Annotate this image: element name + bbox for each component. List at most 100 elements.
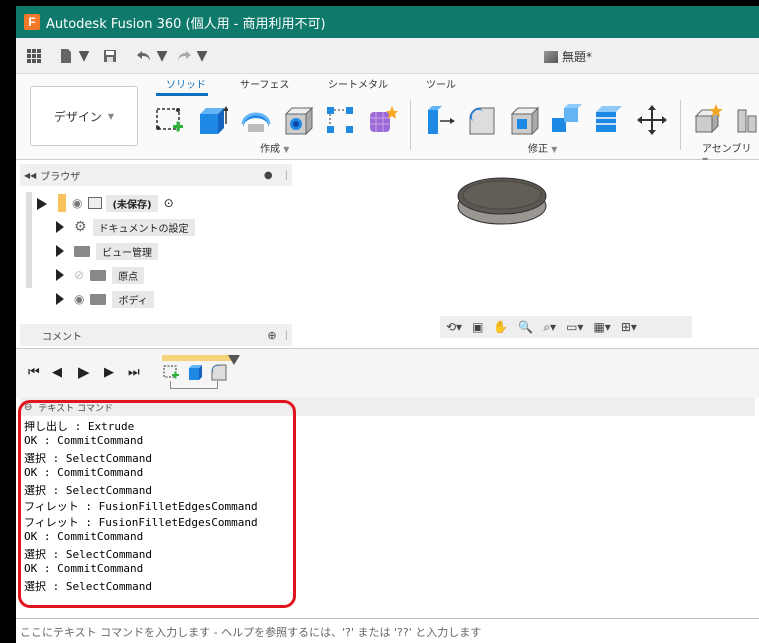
tab-solid[interactable]: ソリッド bbox=[166, 76, 206, 91]
tab-sheet-metal[interactable]: シートメタル bbox=[328, 76, 388, 91]
timeline-marker-icon[interactable] bbox=[228, 355, 240, 365]
orbit-icon[interactable]: ⟲▾ bbox=[446, 320, 462, 334]
create-caret-icon: ▼ bbox=[283, 145, 290, 154]
hidden-eye-icon[interactable]: ⊘ bbox=[74, 268, 84, 282]
collapse-panel-icon[interactable]: ◀◀ bbox=[24, 171, 36, 180]
zoom-window-icon[interactable]: ⌕▾ bbox=[543, 320, 556, 335]
shell-icon[interactable] bbox=[508, 104, 540, 136]
extrude-icon[interactable] bbox=[196, 104, 228, 136]
display-settings-icon[interactable]: ▭▾ bbox=[566, 320, 583, 334]
new-component-icon[interactable] bbox=[692, 104, 724, 136]
activate-radio-icon[interactable]: ⊙ bbox=[164, 196, 174, 210]
expand-icon[interactable] bbox=[56, 293, 64, 305]
panel-resize-handle[interactable]: | bbox=[285, 330, 288, 341]
timeline-group-bracket bbox=[170, 381, 218, 389]
fusion-app-window: F Autodesk Fusion 360 (個人用 - 商用利用不可) ▼ ▼… bbox=[16, 6, 759, 643]
tab-surface[interactable]: サーフェス bbox=[240, 76, 289, 91]
browser-header: ◀◀ ブラウザ ● | bbox=[20, 164, 292, 186]
tab-tools[interactable]: ツール bbox=[426, 76, 456, 91]
tree-item-origin[interactable]: ⊘ 原点 bbox=[56, 266, 145, 284]
undo-icon[interactable] bbox=[136, 48, 152, 64]
tree-item-named-views[interactable]: ビュー管理 bbox=[56, 242, 158, 260]
component-icon bbox=[88, 197, 103, 209]
go-to-end-icon[interactable]: ⏭ bbox=[128, 365, 140, 380]
expand-root-icon[interactable] bbox=[37, 198, 47, 210]
create-sketch-icon[interactable] bbox=[154, 104, 186, 136]
revolve-icon[interactable] bbox=[240, 104, 272, 136]
folder-icon bbox=[74, 245, 90, 257]
file-icon[interactable] bbox=[58, 48, 74, 64]
expand-icon[interactable] bbox=[56, 221, 64, 233]
fusion-logo-icon: F bbox=[24, 14, 40, 30]
undo-dropdown-caret-icon[interactable]: ▼ bbox=[154, 48, 170, 64]
workspace-label: デザイン bbox=[53, 109, 102, 124]
timeline-sketch-icon[interactable] bbox=[162, 363, 180, 381]
active-marker bbox=[58, 194, 66, 212]
tree-item-bodies[interactable]: ◉ ボディ bbox=[56, 290, 154, 308]
pan-hand-icon[interactable]: ✋ bbox=[493, 320, 508, 334]
visibility-eye-icon[interactable]: ◉ bbox=[72, 196, 82, 210]
play-icon[interactable]: ▶ bbox=[78, 363, 90, 381]
go-to-start-icon[interactable]: ⏮ bbox=[28, 365, 40, 380]
highlight-annotation bbox=[18, 400, 296, 608]
tree-item-label: ドキュメントの設定 bbox=[92, 218, 195, 236]
tree-scrollbar[interactable] bbox=[26, 192, 32, 288]
redo-icon[interactable] bbox=[176, 48, 192, 64]
redo-dropdown-caret-icon[interactable]: ▼ bbox=[194, 48, 210, 64]
move-copy-icon[interactable] bbox=[636, 104, 668, 136]
grid-menu-icon[interactable] bbox=[26, 48, 42, 64]
tree-item-label: 原点 bbox=[112, 266, 145, 284]
replace-face-icon[interactable] bbox=[592, 104, 624, 136]
browser-title: ブラウザ bbox=[40, 171, 81, 183]
root-component-label: (未保存) bbox=[106, 194, 158, 212]
fillet-icon[interactable] bbox=[466, 104, 498, 136]
save-icon[interactable] bbox=[102, 48, 118, 64]
comments-header: コメント ⊕ | bbox=[20, 324, 292, 346]
look-at-icon[interactable]: ▣ bbox=[472, 320, 483, 334]
visibility-eye-icon[interactable]: ◉ bbox=[74, 292, 84, 306]
combine-icon[interactable] bbox=[550, 104, 582, 136]
grid-settings-icon[interactable]: ▦▾ bbox=[593, 320, 610, 334]
timeline-extrude-icon[interactable] bbox=[186, 363, 204, 381]
ribbon-separator bbox=[410, 100, 411, 150]
joint-icon[interactable] bbox=[734, 104, 759, 136]
workspace-switcher[interactable]: デザイン ▼ bbox=[30, 86, 138, 146]
hole-icon[interactable] bbox=[282, 104, 314, 136]
add-comment-icon[interactable]: ⊕ bbox=[267, 329, 276, 342]
assemble-group-text: アセンブリ bbox=[702, 144, 752, 155]
create-group-text: 作成 bbox=[260, 144, 280, 155]
cylinder-model[interactable] bbox=[454, 170, 554, 226]
browser-options-icon[interactable]: ● bbox=[264, 170, 273, 181]
timeline-fillet-icon[interactable] bbox=[210, 363, 228, 381]
tree-item-document-settings[interactable]: ⚙ ドキュメントの設定 bbox=[56, 218, 195, 236]
folder-icon bbox=[90, 293, 107, 305]
timeline: ⏮ ◀ ▶ ▶ ⏭ bbox=[16, 348, 759, 398]
browser-panel: ◀◀ ブラウザ ● | ◉ (未保存) ⊙ ⚙ ドキュメントの設定 ビュー管理 … bbox=[16, 160, 296, 346]
expand-icon[interactable] bbox=[56, 269, 64, 281]
ribbon: デザイン ▼ ソリッド サーフェス シートメタル ツール 作成 ▼ 修正 ▼ ア… bbox=[16, 74, 759, 165]
create-group-label[interactable]: 作成 ▼ bbox=[260, 140, 289, 155]
modify-caret-icon: ▼ bbox=[551, 145, 558, 154]
tree-root[interactable]: ◉ (未保存) ⊙ bbox=[36, 194, 174, 212]
viewports-icon[interactable]: ⊞▾ bbox=[621, 320, 637, 334]
zoom-icon[interactable]: 🔍 bbox=[518, 320, 533, 334]
pattern-icon[interactable] bbox=[324, 104, 356, 136]
modify-group-text: 修正 bbox=[528, 144, 548, 155]
window-title: Autodesk Fusion 360 (個人用 - 商用利用不可) bbox=[46, 16, 326, 32]
title-bar: F Autodesk Fusion 360 (個人用 - 商用利用不可) bbox=[16, 6, 759, 38]
navigation-bar: ⟲▾ ▣ ✋ 🔍 ⌕▾ ▭▾ ▦▾ ⊞▾ bbox=[440, 316, 692, 338]
text-command-input[interactable]: ここにテキスト コマンドを入力します - ヘルプを参照するには、'?' または … bbox=[16, 618, 759, 643]
expand-icon[interactable] bbox=[56, 245, 64, 257]
press-pull-icon[interactable] bbox=[424, 104, 456, 136]
step-back-icon[interactable]: ◀ bbox=[52, 365, 62, 380]
step-forward-icon[interactable]: ▶ bbox=[104, 365, 114, 380]
file-dropdown-caret-icon[interactable]: ▼ bbox=[76, 48, 92, 64]
document-tab[interactable]: 無題* bbox=[544, 48, 592, 65]
quick-access-toolbar: ▼ ▼ ▼ 無題* bbox=[16, 38, 759, 74]
create-form-icon[interactable] bbox=[366, 104, 398, 136]
gear-icon: ⚙ bbox=[74, 219, 87, 235]
document-tab-label: 無題* bbox=[562, 50, 593, 64]
panel-resize-handle[interactable]: | bbox=[285, 170, 288, 181]
workspace-caret-icon: ▼ bbox=[107, 111, 115, 121]
modify-group-label[interactable]: 修正 ▼ bbox=[528, 140, 557, 155]
